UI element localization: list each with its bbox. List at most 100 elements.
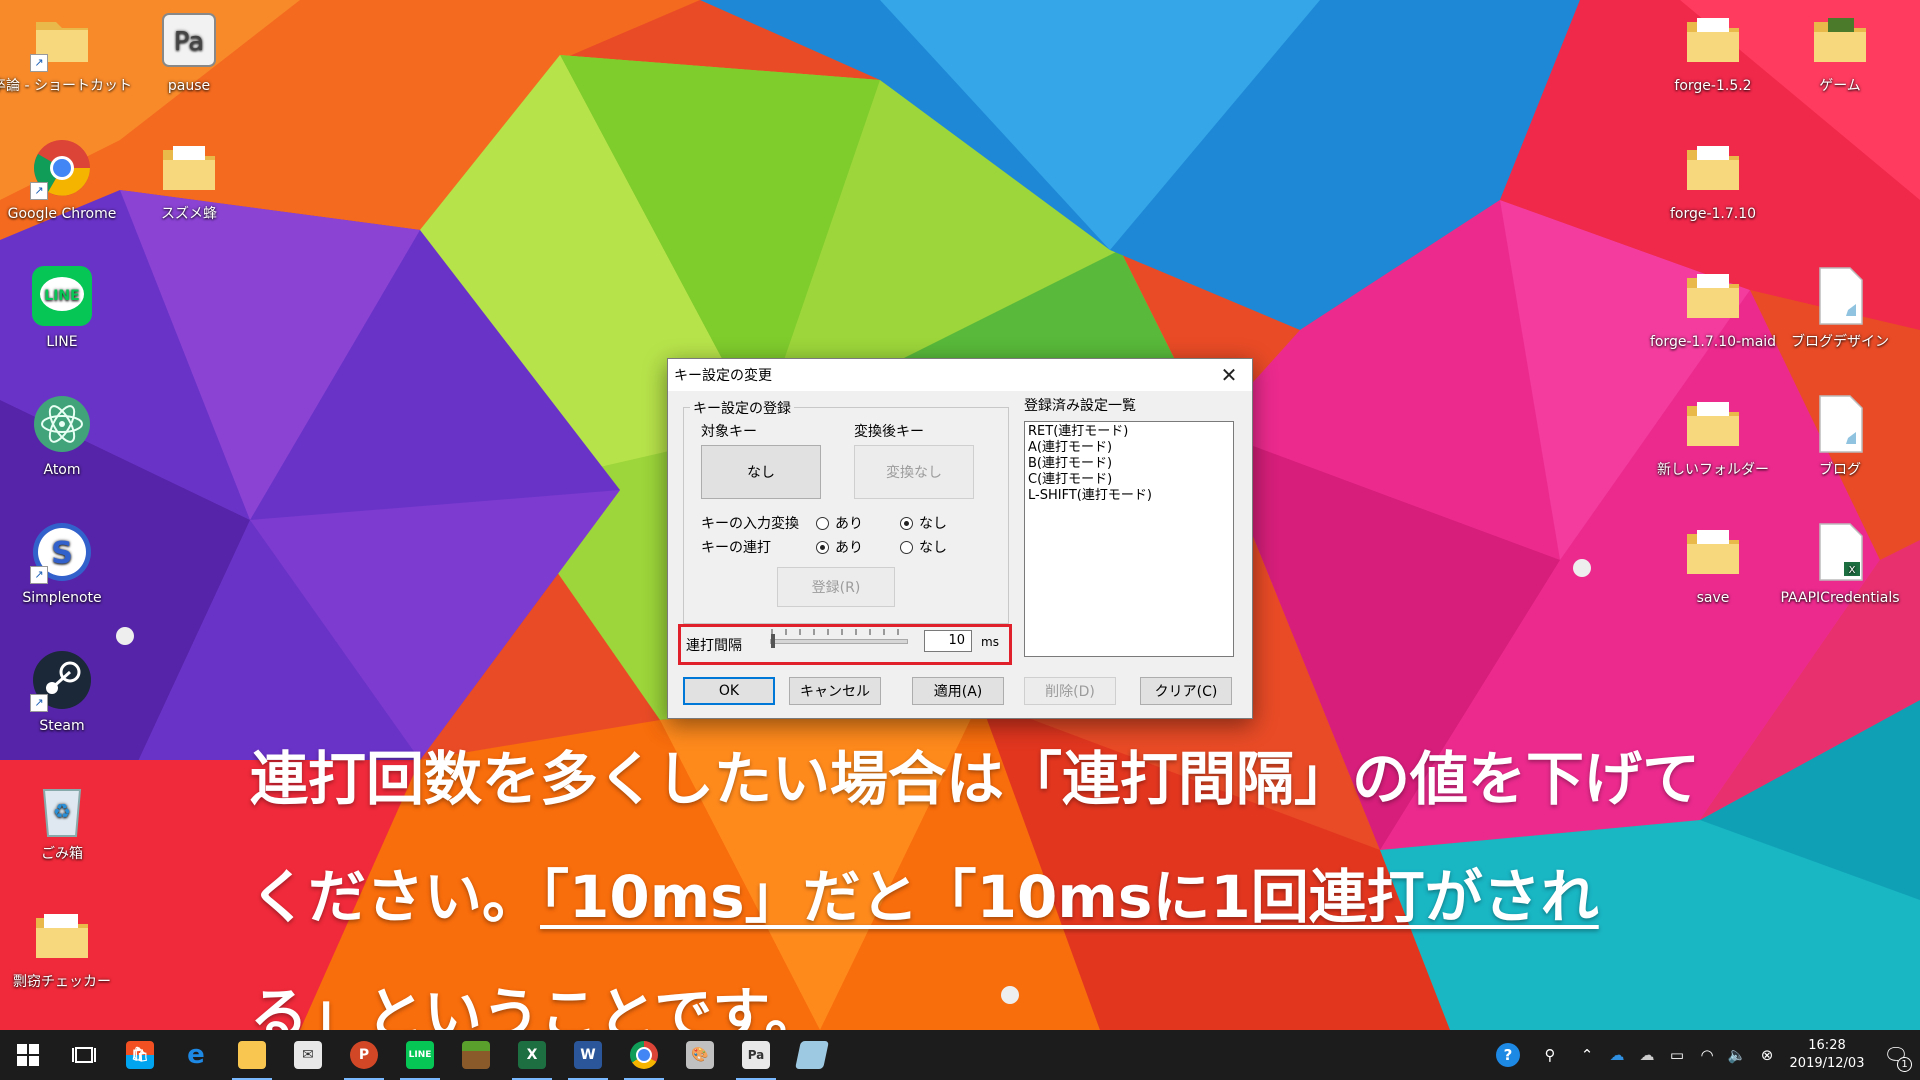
registered-settings-list[interactable]: RET(連打モード) A(連打モード) B(連打モード) C(連打モード) L-… [1024,421,1234,657]
desktop-icon-new-folder[interactable]: 新しいフォルダー [1657,384,1769,502]
list-item[interactable]: C(連打モード) [1028,472,1230,488]
taskbar-pause[interactable]: Pa [728,1030,784,1080]
desktop-icon-forge-152[interactable]: forge-1.5.2 [1658,0,1768,118]
wifi-icon[interactable]: ◠ [1692,1030,1722,1080]
excel-file-icon: X [1808,520,1872,584]
mail-icon: ✉ [294,1041,322,1069]
converted-key-label: 変換後キー [854,424,924,440]
line-icon: LINE [30,264,94,328]
dialog-titlebar[interactable]: キー設定の変更 ✕ [668,359,1252,391]
shortcut-arrow-icon: ↗ [30,54,48,72]
volume-icon[interactable]: 🔈 [1722,1030,1752,1080]
shortcut-arrow-icon: ↗ [30,182,48,200]
clock-time: 16:28 [1808,1038,1846,1053]
register-button[interactable]: 登録(R) [777,567,895,607]
desktop-icon-paapicredentials[interactable]: X PAAPICredentials [1781,512,1900,630]
desktop-icon-forge-1710-maid[interactable]: forge-1.7.10-maid [1650,256,1776,374]
battery-icon[interactable]: ▭ [1662,1030,1692,1080]
desktop-icon-simplenote[interactable]: S ↗ Simplenote [7,512,117,630]
desktop-icon-label: スズメ蜂 [161,206,217,222]
desktop-icon-game[interactable]: ゲーム [1785,0,1895,118]
desktop-icon-recycle-bin[interactable]: ♻ ごみ箱 [7,768,117,886]
ok-button[interactable]: OK [683,677,775,705]
list-item[interactable]: L-SHIFT(連打モード) [1028,488,1230,504]
desktop-icon-label: LINE [46,334,78,350]
powerpoint-icon: P [350,1041,378,1069]
recycle-bin-icon: ♻ [30,776,94,840]
radio-dot [816,516,829,530]
desktop-icon-label: Steam [39,718,85,734]
cancel-button[interactable]: キャンセル [789,677,881,705]
start-button[interactable] [0,1030,56,1080]
onedrive-icon[interactable]: ☁ [1602,1030,1632,1080]
rapid-fire-yes-radio[interactable]: あり [816,537,863,557]
task-view-button[interactable] [56,1030,112,1080]
desktop-icon-label: 卒論 - ショートカット [0,78,132,94]
taskbar-minecraft[interactable] [448,1030,504,1080]
input-disabled-icon[interactable]: ⊗ [1752,1030,1782,1080]
clock-date: 2019/12/03 [1789,1056,1865,1071]
minecraft-icon [462,1041,490,1069]
desktop-icon-blog[interactable]: ブログ [1785,384,1895,502]
desktop-icon-google-chrome[interactable]: ↗ Google Chrome [7,128,117,246]
people-icon[interactable]: ⚲ [1528,1030,1572,1080]
desktop-icon-label: Simplenote [22,590,102,606]
radio-dot-selected [900,516,913,530]
desktop-icon-label: ブログ [1819,462,1861,478]
taskbar-edge[interactable]: e [168,1030,224,1080]
notification-icon[interactable]: 🗨 1 [1872,1030,1920,1080]
desktop-icon-save[interactable]: save [1658,512,1768,630]
delete-button[interactable]: 削除(D) [1024,677,1116,705]
caption-line-2-underlined: 「10ms」だと「10msに1回連打がされ [540,863,1599,931]
desktop-icon-steam[interactable]: ↗ Steam [7,640,117,758]
simplenote-icon: S ↗ [30,520,94,584]
desktop-icon-atom[interactable]: Atom [7,384,117,502]
clear-button[interactable]: クリア(C) [1140,677,1232,705]
apply-button[interactable]: 適用(A) [912,677,1004,705]
taskbar-excel[interactable]: X [504,1030,560,1080]
caption-line-1: 連打回数を多くしたい場合は「連打間隔」の値を下げて [250,745,1701,813]
input-conversion-no-radio[interactable]: なし [900,513,947,533]
radio-label: あり [835,516,863,532]
taskbar-file-explorer[interactable] [224,1030,280,1080]
taskbar-line[interactable]: LINE [392,1030,448,1080]
pause-app-icon: Pa [157,8,221,72]
excel-icon: X [518,1041,546,1069]
converted-key-button[interactable]: 変換なし [854,445,974,499]
list-item[interactable]: RET(連打モード) [1028,424,1230,440]
desktop-icon-label: forge-1.7.10 [1669,206,1757,222]
desktop-icon-label: pause [167,78,211,94]
desktop-icon-label: Atom [43,462,81,478]
rapid-fire-no-radio[interactable]: なし [900,537,947,557]
list-item[interactable]: B(連打モード) [1028,456,1230,472]
desktop-icon-blog-design[interactable]: ブログデザイン [1785,256,1895,374]
taskbar-paint[interactable]: 🎨 [672,1030,728,1080]
folder-icon [1808,8,1872,72]
input-conversion-yes-radio[interactable]: あり [816,513,863,533]
list-item[interactable]: A(連打モード) [1028,440,1230,456]
onedrive-error-icon[interactable]: ☁ [1632,1030,1662,1080]
desktop-icon-line[interactable]: LINE LINE [7,256,117,374]
desktop-icon-label: 新しいフォルダー [1657,462,1769,478]
desktop-icon-plagiarism-checker[interactable]: 剽窃チェッカー [7,896,117,1014]
close-icon[interactable]: ✕ [1206,359,1252,391]
help-icon[interactable]: ? [1488,1030,1528,1080]
folder-icon [157,136,221,200]
dialog-title: キー設定の変更 [674,368,772,384]
desktop-icon-suzumebachi[interactable]: スズメ蜂 [134,128,244,246]
taskbar-app[interactable] [784,1030,840,1080]
desktop-icon-sotsuron-shortcut[interactable]: ↗ 卒論 - ショートカット [0,0,132,118]
taskbar-powerpoint[interactable]: P [336,1030,392,1080]
taskbar-store[interactable]: 🛍 [112,1030,168,1080]
desktop-icon-pause[interactable]: Pa pause [134,0,244,118]
system-tray: ? ⚲ ⌃ ☁ ☁ ▭ ◠ 🔈 ⊗ 16:28 2019/12/03 🗨 1 [1488,1030,1920,1080]
taskbar-word[interactable]: W [560,1030,616,1080]
edge-icon: e [187,1040,205,1070]
clock[interactable]: 16:28 2019/12/03 [1782,1037,1872,1073]
target-key-button[interactable]: なし [701,445,821,499]
taskbar-mail[interactable]: ✉ [280,1030,336,1080]
chevron-up-icon[interactable]: ⌃ [1572,1030,1602,1080]
taskbar-chrome[interactable] [616,1030,672,1080]
desktop-icon-forge-1710[interactable]: forge-1.7.10 [1658,128,1768,246]
store-icon: 🛍 [126,1041,154,1069]
